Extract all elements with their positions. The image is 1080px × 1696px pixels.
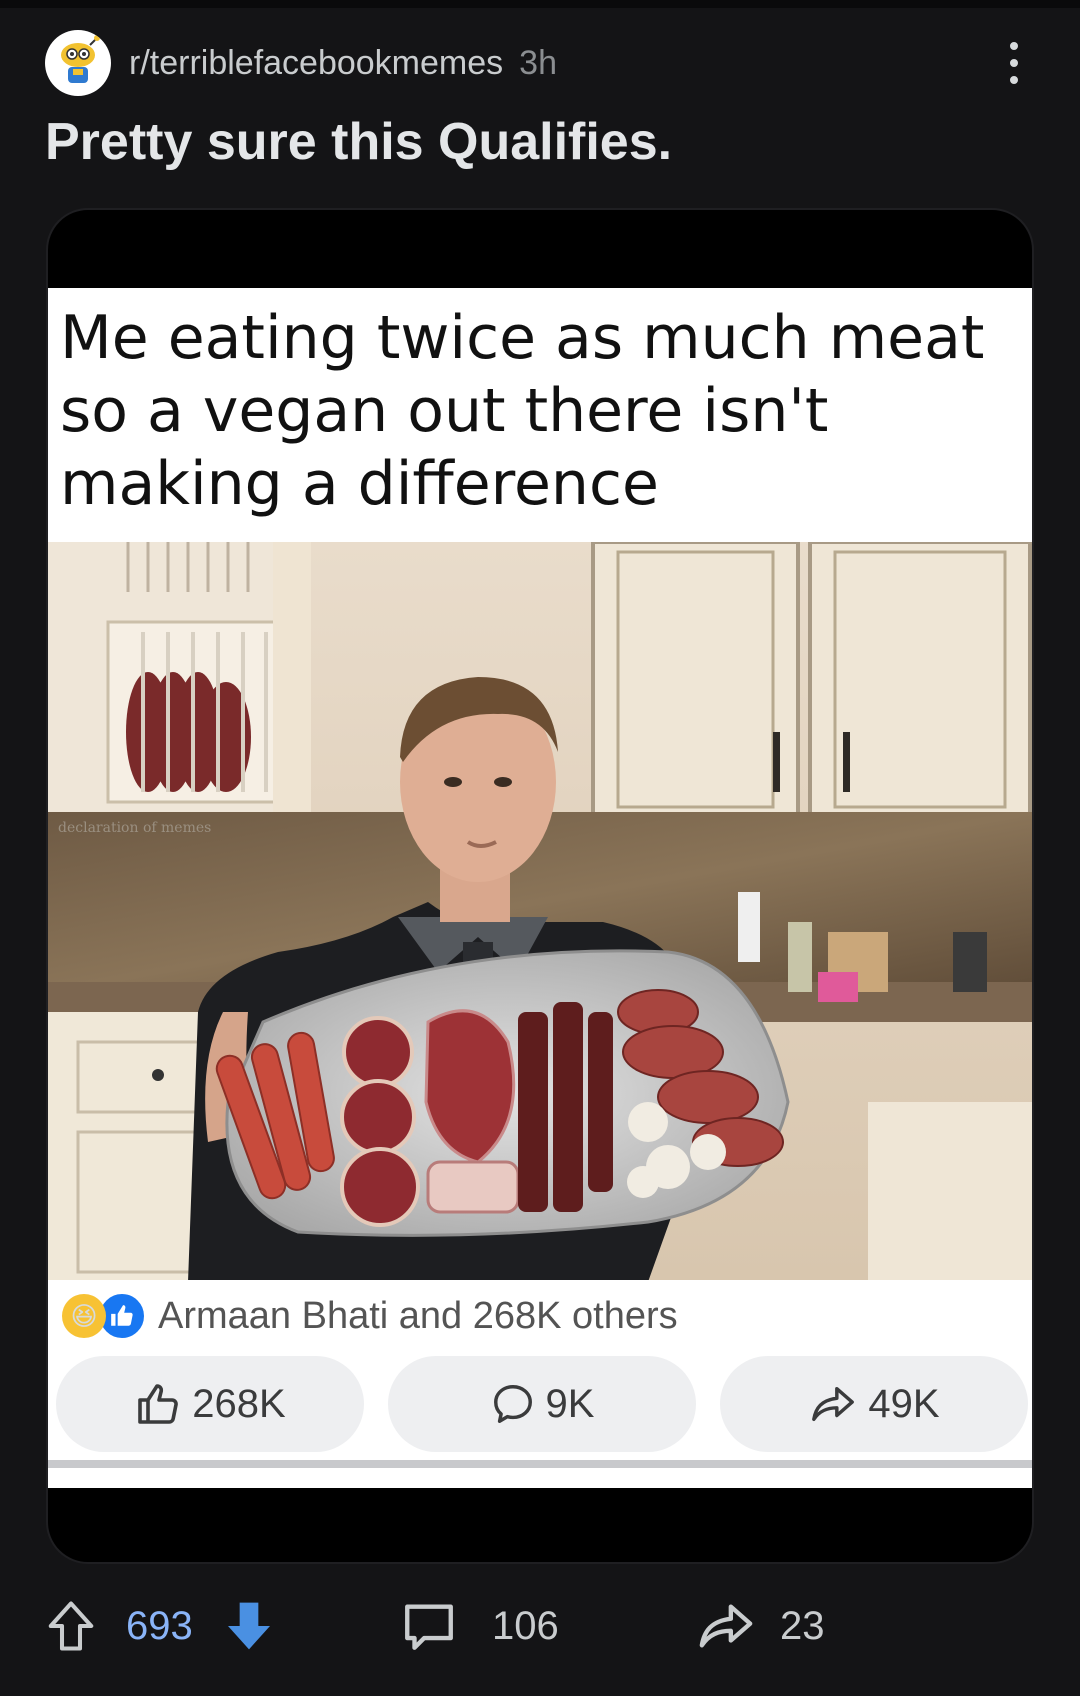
thumbs-up-icon [138, 1384, 179, 1424]
shares-count: 23 [780, 1603, 825, 1648]
top-status-strip [0, 0, 1080, 8]
share-button[interactable]: 23 [696, 1586, 825, 1666]
more-options-icon[interactable] [1006, 42, 1022, 84]
fb-like-count: 268K [192, 1381, 286, 1426]
fb-comment-count: 9K [545, 1381, 595, 1426]
downvote-arrow-icon[interactable] [221, 1598, 277, 1654]
subreddit-avatar-icon[interactable] [45, 30, 111, 96]
upvote-arrow-icon[interactable] [44, 1599, 98, 1653]
subreddit-name[interactable]: r/terriblefacebookmemes [129, 44, 503, 83]
comment-bubble-icon [493, 1385, 532, 1423]
post-header: r/terriblefacebookmemes 3h [45, 30, 557, 96]
post-time: 3h [519, 43, 557, 82]
reactions-row[interactable]: 😆 Armaan Bhati and 268K others [62, 1290, 678, 1342]
meme-photo: declaration of memes [48, 542, 1032, 1280]
meme-image: Me eating twice as much meat so a vegan … [48, 288, 1032, 1488]
share-arrow-icon [812, 1386, 855, 1422]
comments-button[interactable]: 106 [400, 1586, 559, 1666]
vote-bar: 693 [44, 1586, 277, 1666]
fb-like-button[interactable]: 268K [56, 1356, 364, 1452]
comments-count: 106 [492, 1603, 559, 1648]
fb-share-button[interactable]: 49K [720, 1356, 1028, 1452]
meme-bottom-divider [48, 1460, 1032, 1468]
comments-icon [405, 1604, 453, 1650]
post-title[interactable]: Pretty sure this Qualifies. [45, 112, 672, 172]
reactions-text: Armaan Bhati and 268K others [158, 1294, 678, 1337]
meme-watermark: declaration of memes [58, 820, 211, 836]
post-footer: 693 106 23 [0, 1586, 1080, 1666]
share-icon [699, 1604, 753, 1648]
meme-caption: Me eating twice as much meat so a vegan … [60, 303, 985, 519]
fb-action-bar: 268K 9K 49K [56, 1356, 1028, 1452]
fb-share-count: 49K [868, 1381, 940, 1426]
post-image-card[interactable]: Me eating twice as much meat so a vegan … [46, 208, 1034, 1564]
haha-reaction-icon: 😆 [62, 1294, 106, 1338]
fb-comment-button[interactable]: 9K [388, 1356, 696, 1452]
vote-score: 693 [126, 1603, 193, 1648]
